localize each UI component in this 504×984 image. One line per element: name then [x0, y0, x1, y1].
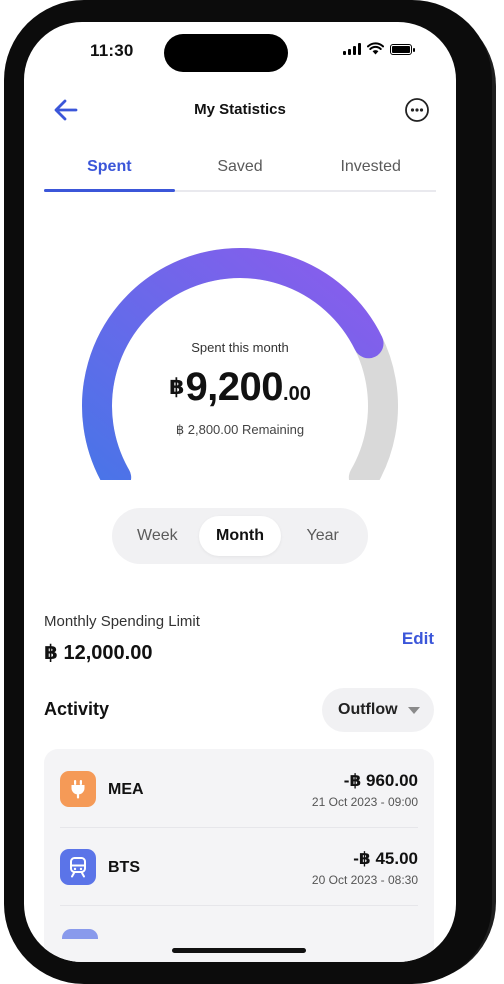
more-options-button[interactable]: [404, 97, 430, 123]
activity-list: MEA -฿ 960.00 21 Oct 2023 - 09:00 BTS -฿…: [44, 749, 434, 962]
transaction-date: 21 Oct 2023 - 09:00: [311, 795, 418, 809]
dynamic-island: [164, 34, 288, 72]
transaction-row[interactable]: BTS -฿ 45.00 20 Oct 2023 - 08:30: [44, 827, 434, 905]
plug-icon: [60, 771, 96, 807]
status-icons: [343, 42, 415, 55]
wifi-icon: [367, 42, 384, 55]
currency-symbol: ฿: [169, 374, 185, 399]
transaction-name: BTS: [108, 859, 140, 876]
outflow-filter-label: Outflow: [338, 701, 398, 718]
limit-value: ฿ 12,000.00: [44, 642, 153, 664]
period-month[interactable]: Month: [198, 516, 282, 556]
tab-spent[interactable]: Spent: [44, 154, 175, 192]
signal-icon: [343, 43, 361, 55]
more-icon: [405, 98, 429, 122]
row-divider: [60, 905, 418, 906]
app-screen: 11:30 My Statistics Spent Saved Invested: [24, 22, 456, 962]
stat-tabs: Spent Saved Invested: [44, 154, 436, 192]
tab-invested[interactable]: Invested: [305, 154, 436, 190]
spent-amount-integer: 9,200: [185, 365, 284, 409]
spent-amount-decimal: .00: [283, 383, 311, 405]
activity-title: Activity: [44, 699, 110, 719]
remaining-amount: ฿ 2,800.00 Remaining: [175, 422, 305, 437]
gauge-caption: Spent this month: [191, 340, 289, 355]
transaction-amount: -฿ 45.00: [353, 849, 418, 868]
train-icon: [60, 849, 96, 885]
period-year[interactable]: Year: [281, 516, 364, 556]
transaction-date: 20 Oct 2023 - 08:30: [311, 873, 418, 887]
period-selector: Week Month Year: [112, 508, 368, 564]
edit-limit-button[interactable]: Edit: [402, 629, 434, 649]
status-time: 11:30: [90, 41, 134, 60]
spent-amount: ฿9,200.00: [24, 365, 456, 410]
next-transaction-icon: [62, 929, 98, 939]
transaction-row[interactable]: MEA -฿ 960.00 21 Oct 2023 - 09:00: [44, 749, 434, 827]
battery-icon: [390, 44, 415, 55]
home-indicator: [172, 948, 306, 953]
spending-gauge: [82, 248, 398, 480]
outflow-filter-dropdown[interactable]: Outflow: [322, 688, 434, 732]
tab-saved[interactable]: Saved: [175, 154, 306, 190]
transaction-amount: -฿ 960.00: [343, 771, 418, 790]
limit-label: Monthly Spending Limit: [44, 613, 200, 630]
transaction-name: MEA: [108, 781, 144, 798]
caret-down-icon: [407, 706, 420, 714]
page-title: My Statistics: [194, 101, 286, 118]
period-week[interactable]: Week: [116, 516, 199, 556]
